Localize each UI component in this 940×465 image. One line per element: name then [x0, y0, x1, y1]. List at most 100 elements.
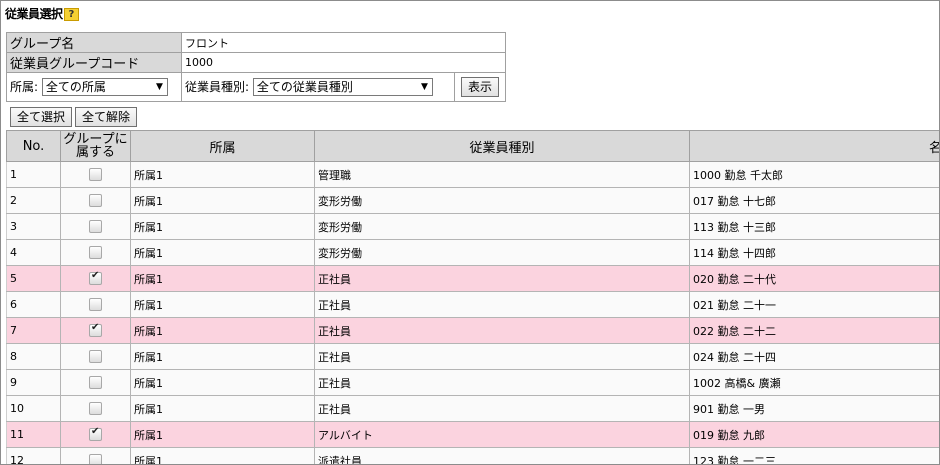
- member-checkbox[interactable]: [89, 168, 102, 182]
- header-name: 名: [689, 130, 939, 162]
- row-emp-type: 変形労働: [314, 239, 690, 266]
- row-member-cell: [60, 343, 131, 370]
- bulk-actions: 全て選択 全て解除: [10, 107, 140, 127]
- row-member-cell: [60, 447, 131, 464]
- group-info-table: グループ名 フロント 従業員グループコード 1000 所属: 全ての所属 ▼ 従業…: [6, 32, 506, 102]
- member-checkbox[interactable]: [89, 426, 102, 442]
- row-emp-type: 正社員: [314, 369, 690, 396]
- row-no: 6: [6, 291, 61, 318]
- table-row: 12 所属1 派遣社員 123 勤怠 一二三: [6, 447, 939, 464]
- row-emp-type: 管理職: [314, 161, 690, 188]
- table-row: 5 所属1正社員020 勤怠 二十代: [6, 265, 939, 292]
- row-no: 11: [6, 421, 61, 448]
- table-row: 3 所属1 変形労働 113 勤怠 十三郎: [6, 213, 939, 240]
- row-affiliation: 所属1: [130, 291, 315, 318]
- row-no: 3: [6, 213, 61, 240]
- row-name: 022 勤怠 二十二: [689, 317, 939, 344]
- row-affiliation: 所属1: [130, 187, 315, 214]
- row-no: 5: [6, 265, 61, 292]
- header-no: No.: [6, 130, 61, 162]
- row-no: 8: [6, 343, 61, 370]
- row-no: 7: [6, 317, 61, 344]
- emp-type-select[interactable]: 全ての従業員種別 ▼: [252, 78, 433, 97]
- table-row: 6 所属1 正社員 021 勤怠 二十一: [6, 291, 939, 318]
- select-all-button[interactable]: 全て選択: [10, 107, 73, 127]
- row-affiliation: 所属1: [130, 239, 315, 266]
- emp-type-select-value: 全ての従業員種別: [256, 80, 353, 95]
- employee-table: No. グループに 属する 所属 従業員種別 名 1所属1管理職1000 勤怠 …: [6, 130, 939, 464]
- row-no: 9: [6, 369, 61, 396]
- row-emp-type: 変形労働: [314, 187, 690, 214]
- page-title-text: 従業員選択: [5, 7, 63, 21]
- emp-type-filter-label: 従業員種別:: [185, 79, 250, 94]
- member-checkbox[interactable]: [89, 270, 102, 286]
- member-checkbox[interactable]: [89, 402, 102, 416]
- table-row: 7 所属1正社員022 勤怠 二十二: [6, 317, 939, 344]
- affiliation-select[interactable]: 全ての所属 ▼: [41, 78, 168, 97]
- group-name-value: フロント: [181, 32, 506, 53]
- row-no: 12: [6, 447, 61, 464]
- row-affiliation: 所属1: [130, 421, 315, 448]
- row-name: 113 勤怠 十三郎: [689, 213, 939, 240]
- row-member-cell: [60, 291, 131, 318]
- affiliation-select-value: 全ての所属: [45, 80, 106, 95]
- row-member-cell: [60, 161, 131, 188]
- row-emp-type: 正社員: [314, 343, 690, 370]
- header-member: グループに 属する: [60, 130, 131, 162]
- row-affiliation: 所属1: [130, 213, 315, 240]
- row-name: 020 勤怠 二十代: [689, 265, 939, 292]
- row-member-cell: [60, 239, 131, 266]
- row-emp-type: 正社員: [314, 265, 690, 292]
- row-name: 019 勤怠 九郎: [689, 421, 939, 448]
- member-checkbox[interactable]: [89, 350, 102, 364]
- table-row: 8 所属1 正社員 024 勤怠 二十四: [6, 343, 939, 370]
- row-member-cell: [60, 187, 131, 214]
- table-row: 2 所属1 変形労働 017 勤怠 十七郎: [6, 187, 939, 214]
- header-affiliation: 所属: [130, 130, 315, 162]
- group-name-label: グループ名: [6, 32, 182, 53]
- row-name: 021 勤怠 二十一: [689, 291, 939, 318]
- row-name: 901 勤怠 一男: [689, 395, 939, 422]
- show-button-cell: 表示: [454, 72, 506, 102]
- row-emp-type: 派遣社員: [314, 447, 690, 464]
- row-affiliation: 所属1: [130, 447, 315, 464]
- member-checkbox[interactable]: [89, 376, 102, 390]
- header-emp-type: 従業員種別: [314, 130, 690, 162]
- show-button[interactable]: 表示: [460, 77, 499, 97]
- row-member-cell: [60, 317, 131, 344]
- table-row: 1 所属1 管理職 1000 勤怠 千太郎: [6, 161, 939, 188]
- help-icon[interactable]: ?: [63, 8, 79, 21]
- member-checkbox[interactable]: [89, 322, 102, 338]
- page-title: 従業員選択?: [5, 5, 79, 22]
- row-member-cell: [60, 265, 131, 292]
- row-emp-type: 変形労働: [314, 213, 690, 240]
- clear-all-button[interactable]: 全て解除: [75, 107, 138, 127]
- row-member-cell: [60, 369, 131, 396]
- member-checkbox[interactable]: [89, 246, 102, 260]
- row-emp-type: アルバイト: [314, 421, 690, 448]
- row-member-cell: [60, 421, 131, 448]
- member-checkbox[interactable]: [89, 220, 102, 234]
- row-affiliation: 所属1: [130, 317, 315, 344]
- main-frame: 従業員選択? グループ名 フロント 従業員グループコード 1000 所属: 全て…: [0, 0, 940, 465]
- affiliation-filter-label: 所属:: [10, 79, 39, 94]
- row-no: 4: [6, 239, 61, 266]
- row-emp-type: 正社員: [314, 395, 690, 422]
- row-member-cell: [60, 395, 131, 422]
- chevron-down-icon: ▼: [155, 82, 163, 93]
- table-row: 10 所属1 正社員 901 勤怠 一男: [6, 395, 939, 422]
- row-emp-type: 正社員: [314, 317, 690, 344]
- row-name: 123 勤怠 一二三: [689, 447, 939, 464]
- emp-type-filter-cell: 従業員種別: 全ての従業員種別 ▼: [181, 72, 455, 102]
- member-checkbox[interactable]: [89, 454, 102, 464]
- chevron-down-icon: ▼: [420, 82, 428, 93]
- row-name: 114 勤怠 十四郎: [689, 239, 939, 266]
- table-row: 4 所属1 変形労働 114 勤怠 十四郎: [6, 239, 939, 266]
- affiliation-filter-cell: 所属: 全ての所属 ▼: [6, 72, 182, 102]
- row-affiliation: 所属1: [130, 395, 315, 422]
- row-member-cell: [60, 213, 131, 240]
- row-affiliation: 所属1: [130, 265, 315, 292]
- member-checkbox[interactable]: [89, 194, 102, 208]
- member-checkbox[interactable]: [89, 298, 102, 312]
- row-affiliation: 所属1: [130, 343, 315, 370]
